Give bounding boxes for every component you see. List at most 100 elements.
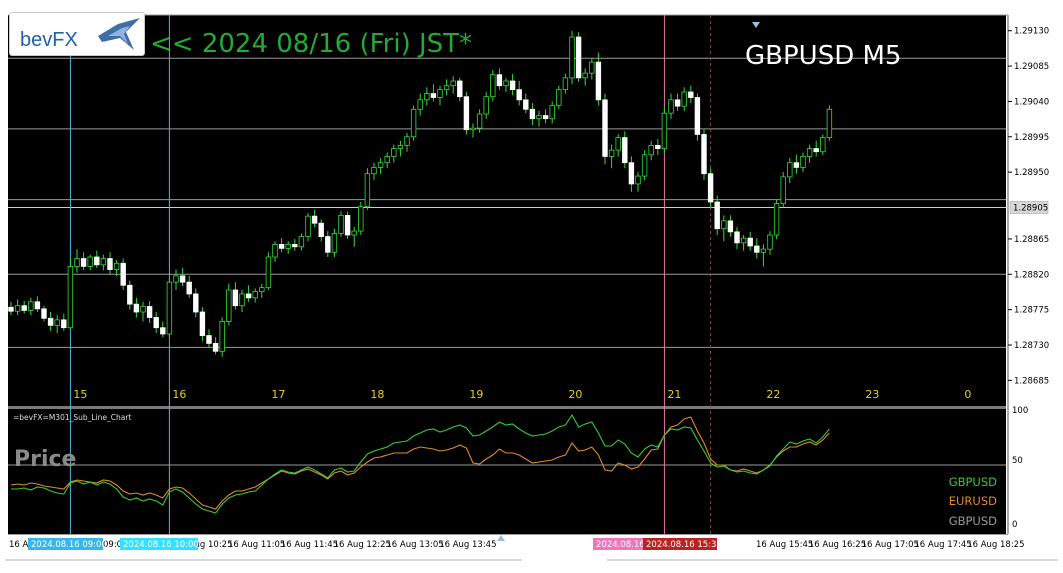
time-tag-label: 2024.08.16 10:00 xyxy=(123,540,199,550)
candle-body xyxy=(707,173,714,203)
candle-body xyxy=(305,215,311,237)
candle-body xyxy=(635,175,641,185)
candle-body xyxy=(34,301,41,310)
candle-body xyxy=(14,305,21,312)
candle-body xyxy=(41,308,47,319)
candle-body xyxy=(450,80,456,87)
candle-body xyxy=(476,113,483,129)
candle-body xyxy=(622,137,628,164)
candle-body xyxy=(8,306,14,312)
candle-body xyxy=(325,236,331,253)
candle-body xyxy=(760,248,767,253)
symbol-title: GBPUSD M5 xyxy=(745,41,901,71)
candle-body xyxy=(186,281,192,295)
time-axis-label: 16 Aug 17:05 xyxy=(862,540,919,550)
candle-body xyxy=(503,80,509,87)
candle-body xyxy=(542,115,549,120)
candle-body xyxy=(800,156,806,168)
candle-body xyxy=(628,162,635,185)
candle-body xyxy=(773,203,780,236)
candle-body xyxy=(529,108,536,120)
candle-body xyxy=(549,104,555,120)
logo-text: bevFX xyxy=(20,29,78,51)
candle-body xyxy=(747,237,753,247)
candle-body xyxy=(146,306,153,318)
candle-body xyxy=(582,72,588,79)
time-axis-label: 16 Aug 18:25 xyxy=(967,540,1024,550)
hour-label: 16 xyxy=(172,388,186,401)
candle-body xyxy=(655,145,661,149)
candle-body xyxy=(153,317,159,329)
candle-body xyxy=(193,293,199,313)
candle-body xyxy=(410,108,417,138)
candle-body xyxy=(219,321,225,352)
candle-body xyxy=(536,115,542,120)
candle-body xyxy=(391,148,397,157)
candle-body xyxy=(166,281,173,335)
hour-label: 21 xyxy=(667,388,681,401)
candle-body xyxy=(384,156,390,164)
price-tick-label: 1.28730 xyxy=(1014,341,1049,351)
candle-body xyxy=(826,108,833,138)
candle-body xyxy=(344,214,351,236)
price-tick-label: 1.29085 xyxy=(1014,62,1049,72)
pane-gap xyxy=(8,400,1006,406)
candle-body xyxy=(694,97,701,135)
candle-body xyxy=(173,275,179,283)
time-axis-label: 16 Aug 16:25 xyxy=(809,540,866,550)
candle-body xyxy=(239,293,245,307)
hour-label: 15 xyxy=(73,388,87,401)
candle-body xyxy=(681,91,687,107)
candle-body xyxy=(595,61,602,101)
date-banner: << 2024 08/16 (Fri) JST* xyxy=(150,29,472,59)
candle-body xyxy=(87,256,93,267)
candle-body xyxy=(509,80,516,91)
candle-body xyxy=(298,236,305,248)
time-tag-label: 2024.08.16 15:30 xyxy=(646,540,722,550)
hour-label: 19 xyxy=(469,388,483,401)
time-axis-label: 16 Aug 13:45 xyxy=(439,540,496,550)
candle-body xyxy=(787,162,793,178)
candle-body xyxy=(245,293,252,299)
candle-body xyxy=(232,289,239,307)
candle-body xyxy=(120,262,126,286)
candle-body xyxy=(523,99,529,110)
candle-body xyxy=(727,220,734,233)
candle-body xyxy=(265,256,272,289)
candle-body xyxy=(318,222,324,237)
candle-body xyxy=(608,149,615,157)
candle-body xyxy=(661,112,668,149)
time-axis-label: 16 Aug 17:45 xyxy=(914,540,971,550)
candle-body xyxy=(470,127,476,131)
price-tick-label: 1.28775 xyxy=(1014,306,1049,316)
candle-body xyxy=(569,36,575,79)
candle-body xyxy=(556,89,562,106)
candle-body xyxy=(140,306,146,313)
time-axis-label: 16 Aug 11:45 xyxy=(281,540,338,550)
candle-body xyxy=(127,284,133,305)
candle-body xyxy=(490,74,496,98)
candle-body xyxy=(483,96,489,115)
time-axis-label: 16 Aug 15:45 xyxy=(756,540,813,550)
hour-label: 17 xyxy=(271,388,285,401)
candle-body xyxy=(107,258,113,270)
candle-body xyxy=(806,148,813,157)
candle-body xyxy=(430,93,437,98)
candle-body xyxy=(272,244,278,258)
chart-canvas: 1.29130 1.29085 1.29040 1.28995 1.28950 1.288… xyxy=(0,0,1063,569)
legend-entry: EURUSD xyxy=(949,494,997,508)
time-axis-label: 16 Aug 12:25 xyxy=(334,540,391,550)
price-tick-label: 1.28685 xyxy=(1014,376,1049,386)
candle-body xyxy=(351,230,357,236)
price-tick-label: 1.29040 xyxy=(1014,97,1049,107)
candle-body xyxy=(21,305,27,311)
candle-body xyxy=(371,167,377,175)
candle-body xyxy=(133,303,140,313)
time-axis-label: 16 Aug 11:05 xyxy=(228,540,285,550)
candle-body xyxy=(113,262,120,270)
bevfx-logo: bevFX xyxy=(9,12,145,56)
candle-body xyxy=(80,258,87,267)
candle-body xyxy=(377,162,384,168)
sub-chart-area xyxy=(8,409,1006,534)
candle-body xyxy=(721,220,727,230)
